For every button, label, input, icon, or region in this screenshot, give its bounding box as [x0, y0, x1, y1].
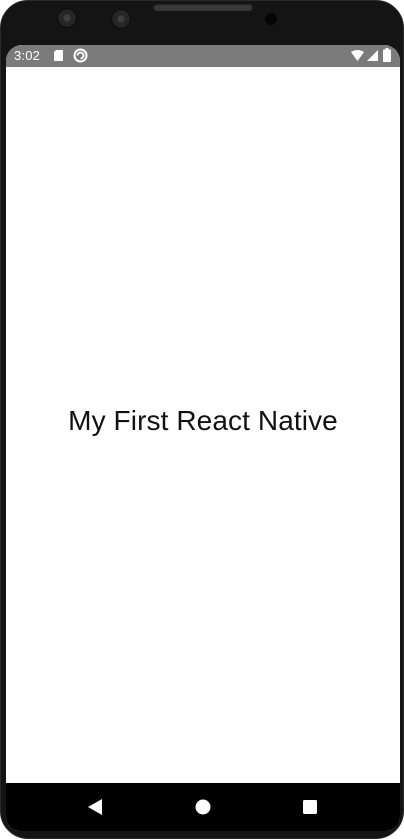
app-content: My First React Native — [6, 67, 400, 783]
battery-icon — [383, 48, 391, 62]
navigation-bar — [6, 783, 400, 831]
sd-card-icon — [54, 50, 63, 61]
front-camera-icon — [58, 9, 76, 27]
recents-icon — [303, 800, 317, 814]
proximity-sensor — [265, 13, 277, 25]
main-text: My First React Native — [68, 405, 338, 436]
signal-icon — [367, 50, 378, 61]
home-icon — [195, 799, 211, 815]
status-bar: 3:02 — [6, 45, 400, 67]
front-camera-secondary-icon — [112, 10, 130, 28]
sync-icon — [73, 48, 88, 63]
wifi-icon — [351, 50, 364, 61]
status-time: 3:02 — [14, 48, 41, 63]
home-button[interactable] — [192, 796, 214, 818]
device-screen: 3:02 My First React Native — [6, 45, 400, 831]
back-icon — [88, 799, 102, 815]
recents-button[interactable] — [299, 796, 321, 818]
phone-frame: 3:02 My First React Native — [0, 0, 404, 839]
back-button[interactable] — [84, 796, 106, 818]
earpiece-speaker — [153, 3, 253, 11]
